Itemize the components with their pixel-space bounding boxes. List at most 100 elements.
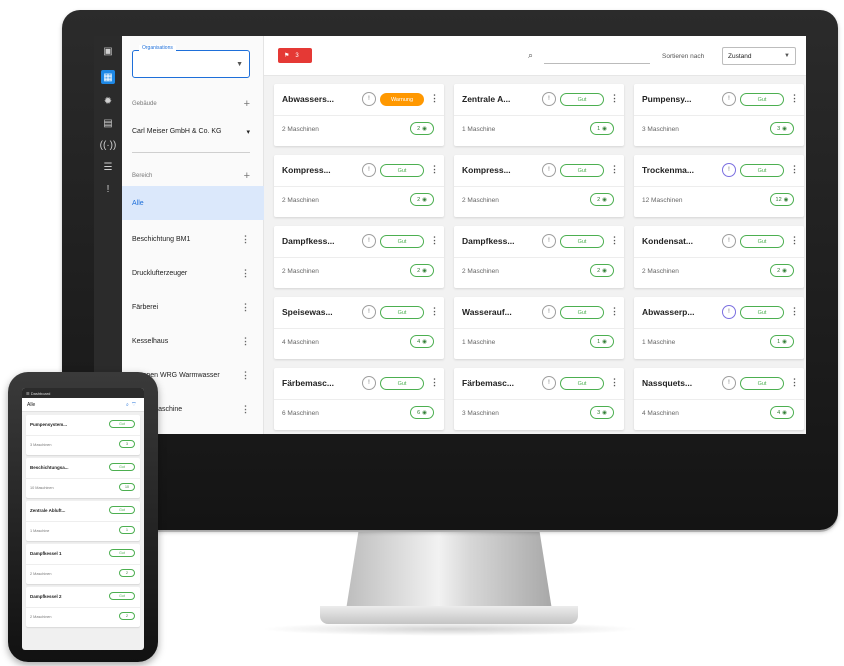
area-card[interactable]: Kompress... ! Gut ⋮ 2 Maschinen 2 ◉ (274, 155, 444, 217)
mobile-area-card[interactable]: Dampfkessel 1 Gut 2 Maschinen 2 (26, 544, 140, 584)
more-vert-icon[interactable]: ⋮ (430, 93, 439, 104)
gebaeude-select[interactable]: Carl Meiser GmbH & Co. KG ▾ (132, 128, 250, 136)
area-card[interactable]: Dampfkess... ! Gut ⋮ 2 Maschinen 2 ◉ (454, 226, 624, 288)
area-card[interactable]: Abwasserp... ! Gut ⋮ 1 Maschine 1 ◉ (634, 297, 804, 359)
more-vert-icon[interactable]: ⋮ (241, 234, 250, 245)
info-ring-icon[interactable]: ! (362, 305, 376, 319)
more-vert-icon[interactable]: ⋮ (610, 235, 619, 246)
area-card[interactable]: Wasserauf... ! Gut ⋮ 1 Maschine 1 ◉ (454, 297, 624, 359)
area-card[interactable]: Pumpensy... ! Gut ⋮ 3 Maschinen 3 ◉ (634, 84, 804, 146)
mobile-filter-label[interactable]: Alle (27, 402, 35, 408)
connection-pill[interactable]: 4 ◉ (410, 335, 434, 348)
connection-pill[interactable]: 2 ◉ (410, 193, 434, 206)
info-ring-icon[interactable]: ! (722, 305, 736, 319)
account-icon[interactable]: ▣ (101, 44, 115, 58)
more-vert-icon[interactable]: ⋮ (790, 377, 799, 388)
sensor-icon[interactable]: ((·)) (100, 138, 117, 152)
mobile-area-card[interactable]: Pumpensystem... Gut 3 Maschinen 3 (26, 415, 140, 455)
area-card[interactable]: Kompress... ! Gut ⋮ 2 Maschinen 2 ◉ (454, 155, 624, 217)
message-icon[interactable]: ▤ (101, 116, 115, 130)
more-vert-icon[interactable]: ⋮ (241, 404, 250, 415)
area-card[interactable]: Trockenma... ! Gut ⋮ 12 Maschinen 12 ◉ (634, 155, 804, 217)
area-card[interactable]: Abwassers... ! Warnung ⋮ 2 Maschinen 2 ◉ (274, 84, 444, 146)
menu-icon[interactable]: ☰ (26, 391, 30, 396)
info-ring-icon[interactable]: ! (362, 376, 376, 390)
info-ring-icon[interactable]: ! (362, 163, 376, 177)
info-ring-icon[interactable]: ! (542, 234, 556, 248)
organisation-select[interactable]: Organisations ▼ (132, 45, 250, 78)
area-card[interactable]: Färbemasc... ! Gut ⋮ 3 Maschinen 3 ◉ (454, 368, 624, 430)
settings-gear-icon[interactable]: ✹ (101, 94, 115, 108)
area-item-alle[interactable]: Alle (122, 186, 264, 220)
info-ring-icon[interactable]: ! (542, 92, 556, 106)
add-bereich-icon[interactable]: + (244, 170, 250, 182)
connection-pill[interactable]: 2 ◉ (410, 122, 434, 135)
sort-select[interactable]: Zustand ▼ (722, 47, 796, 65)
more-vert-icon[interactable]: ⋮ (790, 235, 799, 246)
more-vert-icon[interactable]: ⋮ (610, 377, 619, 388)
connection-pill[interactable]: 2 ◉ (410, 264, 434, 277)
filter-icon[interactable]: ▽ (132, 402, 139, 408)
more-vert-icon[interactable]: ⋮ (241, 370, 250, 381)
connection-pill[interactable]: 2 (119, 569, 135, 577)
alert-button[interactable]: ⚑ 3 (278, 48, 312, 63)
info-ring-icon[interactable]: ! (362, 92, 376, 106)
area-card[interactable]: Zentrale A... ! Gut ⋮ 1 Maschine 1 ◉ (454, 84, 624, 146)
info-ring-icon[interactable]: ! (542, 305, 556, 319)
info-ring-icon[interactable]: ! (722, 163, 736, 177)
dashboard-icon[interactable]: ▦ (101, 70, 115, 84)
area-card[interactable]: Nassquets... ! Gut ⋮ 4 Maschinen 4 ◉ (634, 368, 804, 430)
area-item[interactable]: Färberei ⋮ (122, 290, 264, 324)
info-ring-icon[interactable]: ! (542, 163, 556, 177)
info-ring-icon[interactable]: ! (362, 234, 376, 248)
more-vert-icon[interactable]: ⋮ (241, 302, 250, 313)
connection-pill[interactable]: 2 ◉ (590, 193, 614, 206)
search-icon[interactable]: ⌕ (528, 50, 533, 61)
more-vert-icon[interactable]: ⋮ (610, 93, 619, 104)
info-ring-icon[interactable]: ! (722, 92, 736, 106)
area-card[interactable]: Kondensat... ! Gut ⋮ 2 Maschinen 2 ◉ (634, 226, 804, 288)
info-ring-icon[interactable]: ! (542, 376, 556, 390)
connection-pill[interactable]: 1 (119, 526, 135, 534)
connection-pill[interactable]: 3 (119, 440, 135, 448)
info-ring-icon[interactable]: ! (722, 234, 736, 248)
area-item[interactable]: Beschichtung BM1 ⋮ (122, 222, 264, 256)
add-gebaeude-icon[interactable]: + (244, 98, 250, 110)
more-vert-icon[interactable]: ⋮ (790, 306, 799, 317)
more-vert-icon[interactable]: ⋮ (610, 164, 619, 175)
feedback-icon[interactable]: ! (101, 182, 115, 196)
area-item[interactable]: Kesselhaus ⋮ (122, 324, 264, 358)
mobile-area-card[interactable]: Zentrale Abluft... Gut 1 Maschine 1 (26, 501, 140, 541)
gebaeude-value: Carl Meiser GmbH & Co. KG (132, 128, 222, 135)
connection-pill[interactable]: 12 ◉ (770, 193, 794, 206)
mobile-area-card[interactable]: Beschichtungsa... Gut 10 Maschinen 10 (26, 458, 140, 498)
connection-pill[interactable]: 4 ◉ (770, 406, 794, 419)
mobile-area-card[interactable]: Dampfkessel 2 Gut 2 Maschinen 2 (26, 587, 140, 627)
more-vert-icon[interactable]: ⋮ (241, 336, 250, 347)
connection-pill[interactable]: 1 ◉ (770, 335, 794, 348)
area-item[interactable]: Drucklufterzeuger ⋮ (122, 256, 264, 290)
connection-pill[interactable]: 2 ◉ (770, 264, 794, 277)
list-icon[interactable]: ☰ (101, 160, 115, 174)
more-vert-icon[interactable]: ⋮ (790, 164, 799, 175)
more-vert-icon[interactable]: ⋮ (790, 93, 799, 104)
more-vert-icon[interactable]: ⋮ (430, 306, 439, 317)
area-card[interactable]: Dampfkess... ! Gut ⋮ 2 Maschinen 2 ◉ (274, 226, 444, 288)
connection-pill[interactable]: 3 ◉ (770, 122, 794, 135)
connection-pill[interactable]: 3 ◉ (590, 406, 614, 419)
connection-pill[interactable]: 1 ◉ (590, 335, 614, 348)
search-input[interactable] (544, 63, 650, 64)
area-card[interactable]: Färbemasc... ! Gut ⋮ 6 Maschinen 6 ◉ (274, 368, 444, 430)
more-vert-icon[interactable]: ⋮ (610, 306, 619, 317)
area-card[interactable]: Speisewas... ! Gut ⋮ 4 Maschinen 4 ◉ (274, 297, 444, 359)
more-vert-icon[interactable]: ⋮ (430, 377, 439, 388)
more-vert-icon[interactable]: ⋮ (430, 235, 439, 246)
connection-pill[interactable]: 10 (119, 483, 135, 491)
connection-pill[interactable]: 2 ◉ (590, 264, 614, 277)
more-vert-icon[interactable]: ⋮ (430, 164, 439, 175)
connection-pill[interactable]: 2 (119, 612, 135, 620)
info-ring-icon[interactable]: ! (722, 376, 736, 390)
connection-pill[interactable]: 1 ◉ (590, 122, 614, 135)
connection-pill[interactable]: 6 ◉ (410, 406, 434, 419)
more-vert-icon[interactable]: ⋮ (241, 268, 250, 279)
